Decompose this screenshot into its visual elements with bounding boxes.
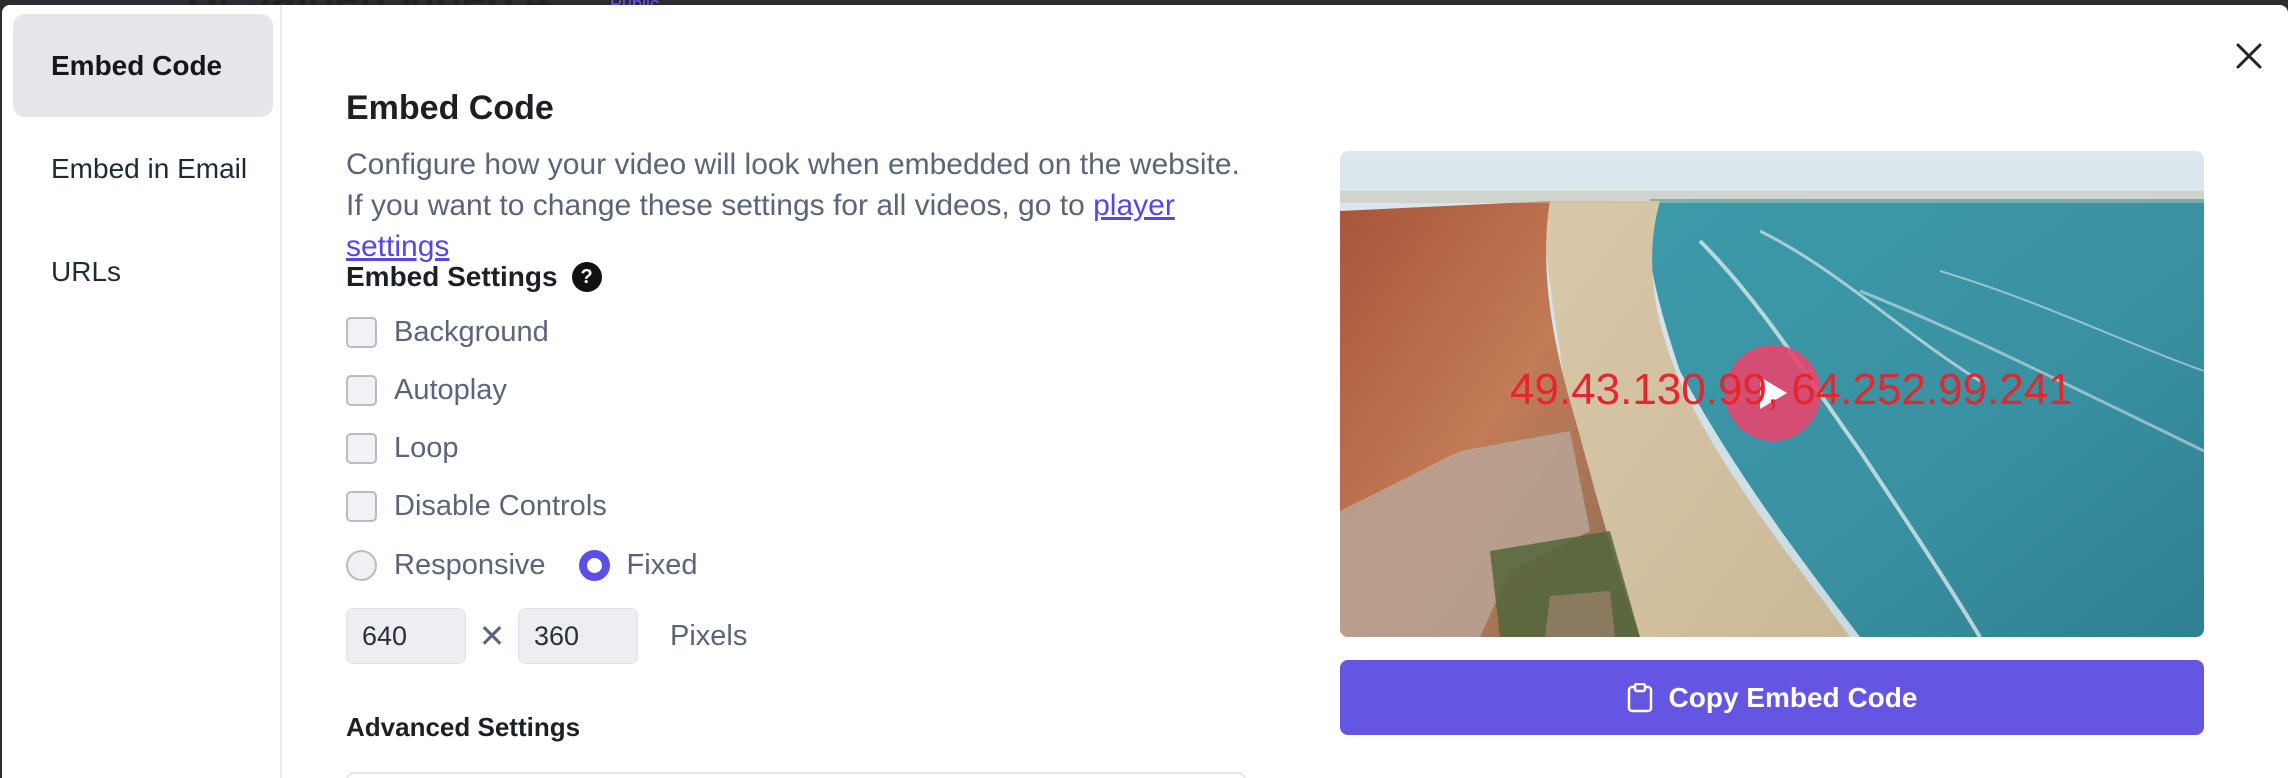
copy-embed-code-label: Copy Embed Code bbox=[1668, 681, 1918, 713]
times-icon: ✕ bbox=[478, 618, 506, 654]
size-mode-group: Responsive Fixed bbox=[346, 549, 697, 582]
pixels-label: Pixels bbox=[670, 619, 748, 652]
description: Configure how your video will look when … bbox=[346, 144, 1246, 267]
sidebar-item-embed-in-email[interactable]: Embed in Email bbox=[13, 117, 273, 220]
sidebar-item-urls[interactable]: URLs bbox=[13, 220, 273, 323]
disable-controls-label: Disable Controls bbox=[394, 490, 607, 522]
loop-label: Loop bbox=[394, 432, 459, 464]
sidebar-item-label: Embed in Email bbox=[51, 152, 248, 184]
page-title: Embed Code bbox=[346, 89, 554, 127]
autoplay-checkbox[interactable] bbox=[346, 375, 377, 406]
advanced-settings-panel[interactable] bbox=[346, 772, 1246, 778]
background-option[interactable]: Background bbox=[346, 316, 549, 349]
fixed-radio[interactable] bbox=[578, 550, 610, 581]
advanced-settings-heading[interactable]: Advanced Settings bbox=[346, 712, 580, 743]
autoplay-label: Autoplay bbox=[394, 374, 507, 406]
height-input[interactable] bbox=[518, 608, 638, 664]
embed-modal: Embed Code Embed in Email URLs Embed Cod… bbox=[2, 5, 2288, 778]
autoplay-option[interactable]: Autoplay bbox=[346, 374, 507, 407]
fixed-label: Fixed bbox=[626, 549, 698, 581]
close-icon bbox=[2236, 43, 2262, 69]
responsive-radio[interactable] bbox=[346, 550, 377, 581]
loop-checkbox[interactable] bbox=[346, 433, 377, 464]
disable-controls-checkbox[interactable] bbox=[346, 491, 377, 522]
dimensions-row: ✕ Pixels bbox=[346, 608, 747, 664]
modal-sidebar: Embed Code Embed in Email URLs bbox=[2, 5, 282, 778]
embed-settings-title: Embed Settings bbox=[346, 261, 558, 292]
clipboard-icon bbox=[1627, 682, 1652, 712]
video-preview[interactable]: 49.43.130.99, 64.252.99.241 bbox=[1340, 151, 2204, 637]
responsive-label: Responsive bbox=[394, 549, 546, 581]
help-icon[interactable]: ? bbox=[571, 262, 602, 292]
loop-option[interactable]: Loop bbox=[346, 432, 459, 465]
disable-controls-option[interactable]: Disable Controls bbox=[346, 490, 607, 523]
sidebar-item-embed-code[interactable]: Embed Code bbox=[13, 14, 273, 117]
width-input[interactable] bbox=[346, 608, 466, 664]
ip-overlay-text: 49.43.130.99, 64.252.99.241 bbox=[1510, 365, 2073, 414]
background-checkbox[interactable] bbox=[346, 317, 377, 348]
embed-settings-heading: Embed Settings ? bbox=[346, 261, 602, 293]
sidebar-item-label: Embed Code bbox=[51, 49, 223, 81]
background-label: Background bbox=[394, 316, 549, 348]
sidebar-item-label: URLs bbox=[51, 255, 122, 287]
close-button[interactable] bbox=[2234, 41, 2264, 71]
copy-embed-code-button[interactable]: Copy Embed Code bbox=[1340, 660, 2204, 735]
